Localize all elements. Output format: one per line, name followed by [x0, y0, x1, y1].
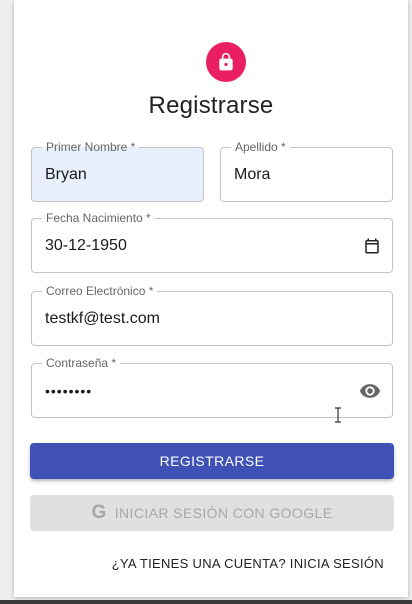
last-name-value: Mora	[234, 165, 271, 183]
google-icon: G	[91, 502, 107, 523]
calendar-icon[interactable]	[362, 236, 382, 256]
register-card: Registrarse Primer Nombre * Bryan Apelli…	[14, 0, 408, 597]
first-name-value: Bryan	[45, 165, 87, 183]
last-name-field[interactable]: Apellido * Mora	[220, 140, 393, 202]
birth-date-value: 30-12-1950	[45, 236, 127, 254]
register-button[interactable]: REGISTRARSE	[30, 443, 394, 479]
lock-icon	[219, 52, 233, 71]
login-link[interactable]: ¿YA TIENES UNA CUENTA? INICIA SESIÓN	[112, 556, 384, 571]
google-signin-button[interactable]: G INICIAR SESIÓN CON GOOGLE	[30, 495, 394, 531]
password-value: ••••••••	[45, 382, 93, 399]
google-signin-label: INICIAR SESIÓN CON GOOGLE	[114, 505, 333, 521]
text-cursor-icon	[334, 407, 342, 428]
email-field[interactable]: Correo Electrónico * testkf@test.com	[31, 284, 393, 346]
birth-date-field[interactable]: Fecha Nacimiento * 30-12-1950	[31, 211, 393, 273]
first-name-field[interactable]: Primer Nombre * Bryan	[31, 140, 204, 202]
bottom-edge	[0, 600, 412, 604]
email-value: testkf@test.com	[45, 309, 160, 327]
lock-avatar	[206, 42, 246, 82]
eye-icon[interactable]	[358, 379, 382, 403]
page-title: Registrarse	[148, 92, 274, 119]
